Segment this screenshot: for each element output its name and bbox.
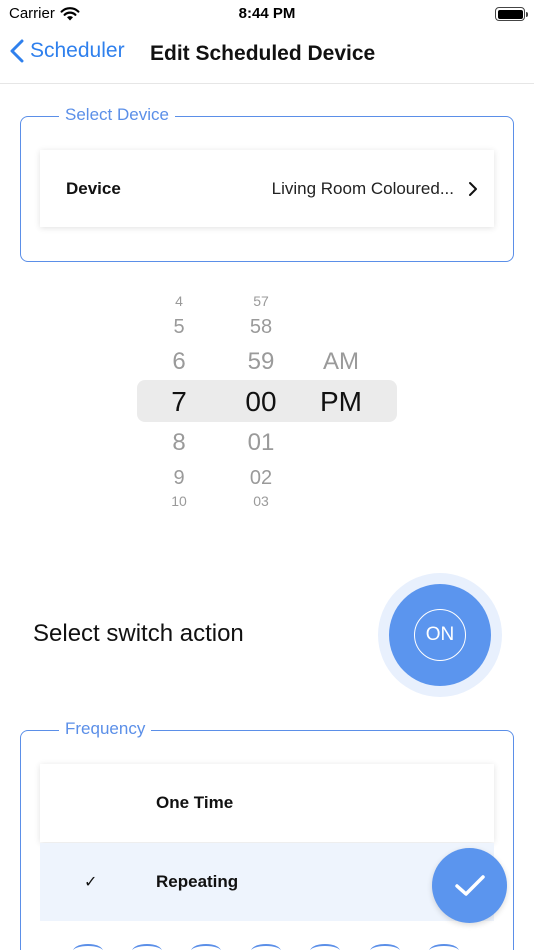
hour-option[interactable]: 9 bbox=[139, 467, 219, 490]
checkmark-icon bbox=[454, 874, 485, 896]
status-bar: Carrier 8:44 PM bbox=[0, 0, 534, 30]
hour-option[interactable]: 6 bbox=[139, 348, 219, 376]
back-button-label: Scheduler bbox=[30, 39, 125, 62]
switch-action-label: Select switch action bbox=[33, 620, 244, 647]
back-button[interactable]: Scheduler bbox=[10, 39, 125, 63]
hour-option[interactable]: 10 bbox=[139, 493, 219, 509]
select-device-section: Select Device Device Living Room Coloure… bbox=[20, 105, 514, 262]
frequency-option-one-time[interactable]: One Time bbox=[40, 764, 494, 842]
device-label: Device bbox=[66, 178, 121, 198]
hour-option[interactable]: 8 bbox=[139, 429, 219, 457]
save-button[interactable] bbox=[432, 848, 507, 923]
minute-option-selected[interactable]: 00 bbox=[221, 386, 301, 418]
minute-option[interactable]: 59 bbox=[221, 348, 301, 376]
weekday-toggle[interactable] bbox=[429, 944, 459, 950]
device-selector-row[interactable]: Device Living Room Coloured... bbox=[40, 150, 494, 227]
hour-option[interactable]: 4 bbox=[139, 293, 219, 309]
minute-wheel[interactable]: 57 58 59 00 01 02 03 bbox=[221, 290, 301, 518]
hour-option[interactable]: 5 bbox=[139, 316, 219, 339]
switch-state-label: ON bbox=[414, 609, 466, 661]
weekday-toggle[interactable] bbox=[251, 944, 281, 950]
chevron-right-icon bbox=[469, 181, 477, 196]
navigation-bar: Scheduler Edit Scheduled Device bbox=[0, 30, 534, 84]
switch-action-button[interactable]: ON bbox=[389, 584, 491, 686]
frequency-option-label: One Time bbox=[156, 793, 234, 812]
status-time: 8:44 PM bbox=[238, 5, 296, 22]
frequency-option-label: Repeating bbox=[156, 872, 239, 891]
device-value: Living Room Coloured... bbox=[271, 178, 454, 198]
weekday-selector bbox=[0, 944, 534, 950]
period-option[interactable]: AM bbox=[301, 348, 381, 376]
frequency-section: Frequency One Time ✓ Repeating bbox=[20, 719, 514, 950]
minute-option[interactable]: 03 bbox=[221, 493, 301, 509]
battery-icon bbox=[495, 7, 528, 21]
minute-option[interactable]: 57 bbox=[221, 293, 301, 309]
time-picker[interactable]: 4 5 6 7 8 9 10 57 58 59 00 01 02 03 AM P… bbox=[137, 290, 397, 518]
select-device-legend: Select Device bbox=[59, 105, 175, 125]
period-option-selected[interactable]: PM bbox=[301, 386, 381, 418]
minute-option[interactable]: 01 bbox=[221, 429, 301, 457]
frequency-option-repeating[interactable]: ✓ Repeating bbox=[40, 843, 494, 921]
weekday-toggle[interactable] bbox=[132, 944, 162, 950]
weekday-toggle[interactable] bbox=[310, 944, 340, 950]
frequency-legend: Frequency bbox=[59, 719, 152, 739]
checkmark-icon: ✓ bbox=[84, 874, 98, 891]
weekday-toggle[interactable] bbox=[370, 944, 400, 950]
minute-option[interactable]: 02 bbox=[221, 467, 301, 490]
weekday-toggle[interactable] bbox=[73, 944, 103, 950]
chevron-left-icon bbox=[10, 39, 24, 63]
hour-option-selected[interactable]: 7 bbox=[139, 386, 219, 418]
page-title: Edit Scheduled Device bbox=[150, 42, 376, 65]
minute-option[interactable]: 58 bbox=[221, 316, 301, 339]
hour-wheel[interactable]: 4 5 6 7 8 9 10 bbox=[139, 290, 219, 518]
weekday-toggle[interactable] bbox=[191, 944, 221, 950]
period-wheel[interactable]: AM PM bbox=[301, 290, 381, 518]
